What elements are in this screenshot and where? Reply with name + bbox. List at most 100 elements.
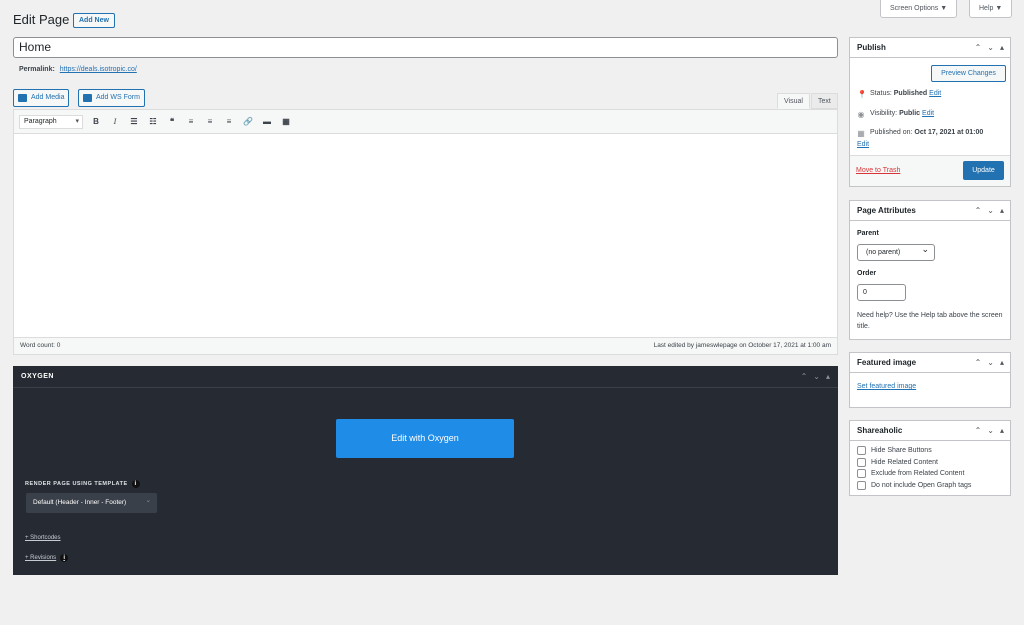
- add-media-button[interactable]: Add Media: [13, 89, 70, 107]
- move-down-icon[interactable]: ⌄: [987, 421, 994, 441]
- move-down-icon[interactable]: ⌄: [987, 201, 994, 221]
- page-attributes-title: Page Attributes ⌃ ⌄ ▴: [850, 201, 1010, 221]
- order-label: Order: [857, 270, 877, 277]
- visibility-value: Public: [899, 110, 921, 117]
- featured-image-title-text: Featured image: [857, 358, 917, 367]
- form-icon: [83, 94, 92, 102]
- shareaholic-box: Shareaholic ⌃ ⌄ ▴ Hide Share Buttons Hid…: [849, 420, 1011, 496]
- hide-related-content-option[interactable]: Hide Related Content: [857, 458, 938, 467]
- link-button[interactable]: 🔗: [242, 115, 254, 129]
- visibility-label: Visibility:: [870, 110, 898, 117]
- move-up-icon[interactable]: ⌃: [801, 366, 808, 388]
- visibility-edit-link[interactable]: Edit: [922, 110, 934, 117]
- featured-image-title: Featured image ⌃ ⌄ ▴: [850, 353, 1010, 373]
- align-right-button[interactable]: ≡: [223, 115, 235, 129]
- update-button[interactable]: Update: [963, 161, 1004, 180]
- publish-actions: Move to Trash Update: [850, 155, 1010, 186]
- move-up-icon[interactable]: ⌃: [975, 38, 982, 58]
- oxygen-box: OXYGEN ⌃ ⌄ ▴ Edit with Oxygen RENDER PAG…: [13, 366, 838, 575]
- collapse-icon[interactable]: ▴: [1000, 38, 1004, 58]
- oxygen-box-controls: ⌃ ⌄ ▴: [801, 366, 830, 388]
- box-controls: ⌃ ⌄ ▴: [975, 201, 1004, 221]
- page-attributes-box: Page Attributes ⌃ ⌄ ▴ Parent (no parent)…: [849, 200, 1011, 340]
- read-more-button[interactable]: ▬: [261, 115, 273, 129]
- order-input[interactable]: 0: [857, 284, 906, 301]
- post-title-input[interactable]: Home: [13, 37, 838, 58]
- word-count: Word count: 0: [20, 342, 61, 349]
- format-select[interactable]: Paragraph: [19, 114, 83, 129]
- hide-share-buttons-option[interactable]: Hide Share Buttons: [857, 446, 932, 455]
- box-controls: ⌃ ⌄ ▴: [975, 421, 1004, 441]
- move-down-icon[interactable]: ⌄: [813, 366, 820, 388]
- revisions-label[interactable]: + Revisions: [25, 555, 56, 561]
- checkbox[interactable]: [857, 458, 866, 467]
- checkbox[interactable]: [857, 481, 866, 490]
- checkbox[interactable]: [857, 469, 866, 478]
- collapse-icon[interactable]: ▴: [1000, 201, 1004, 221]
- collapse-icon[interactable]: ▴: [826, 366, 830, 388]
- oxygen-box-title: OXYGEN: [13, 366, 838, 388]
- editor-toolbar: Paragraph B I ☰ ☷ ❝ ≡ ≡ ≡ 🔗 ▬ ▦: [14, 110, 837, 134]
- template-select[interactable]: Default (Header - Inner - Footer): [26, 491, 157, 513]
- content-editor[interactable]: Paragraph B I ☰ ☷ ❝ ≡ ≡ ≡ 🔗 ▬ ▦ Word cou…: [13, 109, 838, 355]
- option-label: Do not include Open Graph tags: [871, 482, 972, 489]
- move-to-trash-link[interactable]: Move to Trash: [856, 167, 900, 174]
- collapse-icon[interactable]: ▴: [1000, 421, 1004, 441]
- status-label: Status:: [870, 90, 892, 97]
- eye-icon: ◉: [857, 110, 865, 119]
- shareaholic-title: Shareaholic ⌃ ⌄ ▴: [850, 421, 1010, 441]
- align-left-button[interactable]: ≡: [185, 115, 197, 129]
- shortcodes-link[interactable]: + Shortcodes: [25, 535, 61, 541]
- status-row: 📍 Status: Published Edit: [857, 90, 941, 99]
- tab-visual[interactable]: Visual: [777, 93, 810, 109]
- toolbar-toggle-button[interactable]: ▦: [280, 115, 292, 129]
- align-center-button[interactable]: ≡: [204, 115, 216, 129]
- add-media-label: Add Media: [31, 94, 65, 101]
- parent-label: Parent: [857, 230, 879, 237]
- permalink: Permalink: https://deals.isotropic.co/: [19, 66, 137, 73]
- collapse-icon[interactable]: ▴: [1000, 353, 1004, 373]
- revisions-link[interactable]: + Revisions i: [25, 554, 69, 562]
- box-controls: ⌃ ⌄ ▴: [975, 353, 1004, 373]
- add-ws-form-button[interactable]: Add WS Form: [78, 89, 145, 107]
- exclude-related-option[interactable]: Exclude from Related Content: [857, 469, 964, 478]
- option-label: Exclude from Related Content: [871, 470, 965, 477]
- option-label: Hide Share Buttons: [871, 447, 932, 454]
- publish-box-title: Publish ⌃ ⌄ ▴: [850, 38, 1010, 58]
- shortcodes-label[interactable]: + Shortcodes: [25, 535, 61, 541]
- set-featured-image-link[interactable]: Set featured image: [857, 383, 916, 390]
- move-down-icon[interactable]: ⌄: [987, 353, 994, 373]
- tab-text[interactable]: Text: [811, 93, 838, 109]
- info-icon[interactable]: i: [131, 480, 140, 488]
- edit-with-oxygen-button[interactable]: Edit with Oxygen: [336, 419, 514, 458]
- preview-changes-button[interactable]: Preview Changes: [931, 65, 1006, 82]
- publish-box: Publish ⌃ ⌄ ▴ Preview Changes 📍 Status: …: [849, 37, 1011, 187]
- bold-button[interactable]: B: [90, 115, 102, 129]
- publish-title-text: Publish: [857, 43, 886, 52]
- permalink-link[interactable]: https://deals.isotropic.co/: [60, 66, 137, 73]
- status-value: Published: [893, 90, 928, 97]
- media-icon: [18, 94, 27, 102]
- move-up-icon[interactable]: ⌃: [975, 201, 982, 221]
- blockquote-button[interactable]: ❝: [166, 115, 178, 129]
- published-edit-link[interactable]: Edit: [857, 141, 869, 148]
- published-on-row: ▦ Published on: Oct 17, 2021 at 01:00: [857, 129, 983, 138]
- info-icon[interactable]: i: [60, 554, 69, 562]
- published-edit-row: Edit: [857, 141, 869, 148]
- parent-select[interactable]: (no parent): [857, 242, 935, 261]
- move-up-icon[interactable]: ⌃: [975, 353, 982, 373]
- move-up-icon[interactable]: ⌃: [975, 421, 982, 441]
- italic-button[interactable]: I: [109, 115, 121, 129]
- screen-options-tab[interactable]: Screen Options ▼: [880, 0, 958, 18]
- add-new-button[interactable]: Add New: [73, 13, 115, 28]
- numbered-list-button[interactable]: ☷: [147, 115, 159, 129]
- status-edit-link[interactable]: Edit: [929, 90, 941, 97]
- page-title: Edit Page: [13, 12, 70, 27]
- move-down-icon[interactable]: ⌄: [987, 38, 994, 58]
- help-tab[interactable]: Help ▼: [969, 0, 1013, 18]
- no-open-graph-option[interactable]: Do not include Open Graph tags: [857, 481, 971, 490]
- add-ws-form-label: Add WS Form: [96, 94, 140, 101]
- checkbox[interactable]: [857, 446, 866, 455]
- help-text: Need help? Use the Help tab above the sc…: [857, 312, 1003, 330]
- bullet-list-button[interactable]: ☰: [128, 115, 140, 129]
